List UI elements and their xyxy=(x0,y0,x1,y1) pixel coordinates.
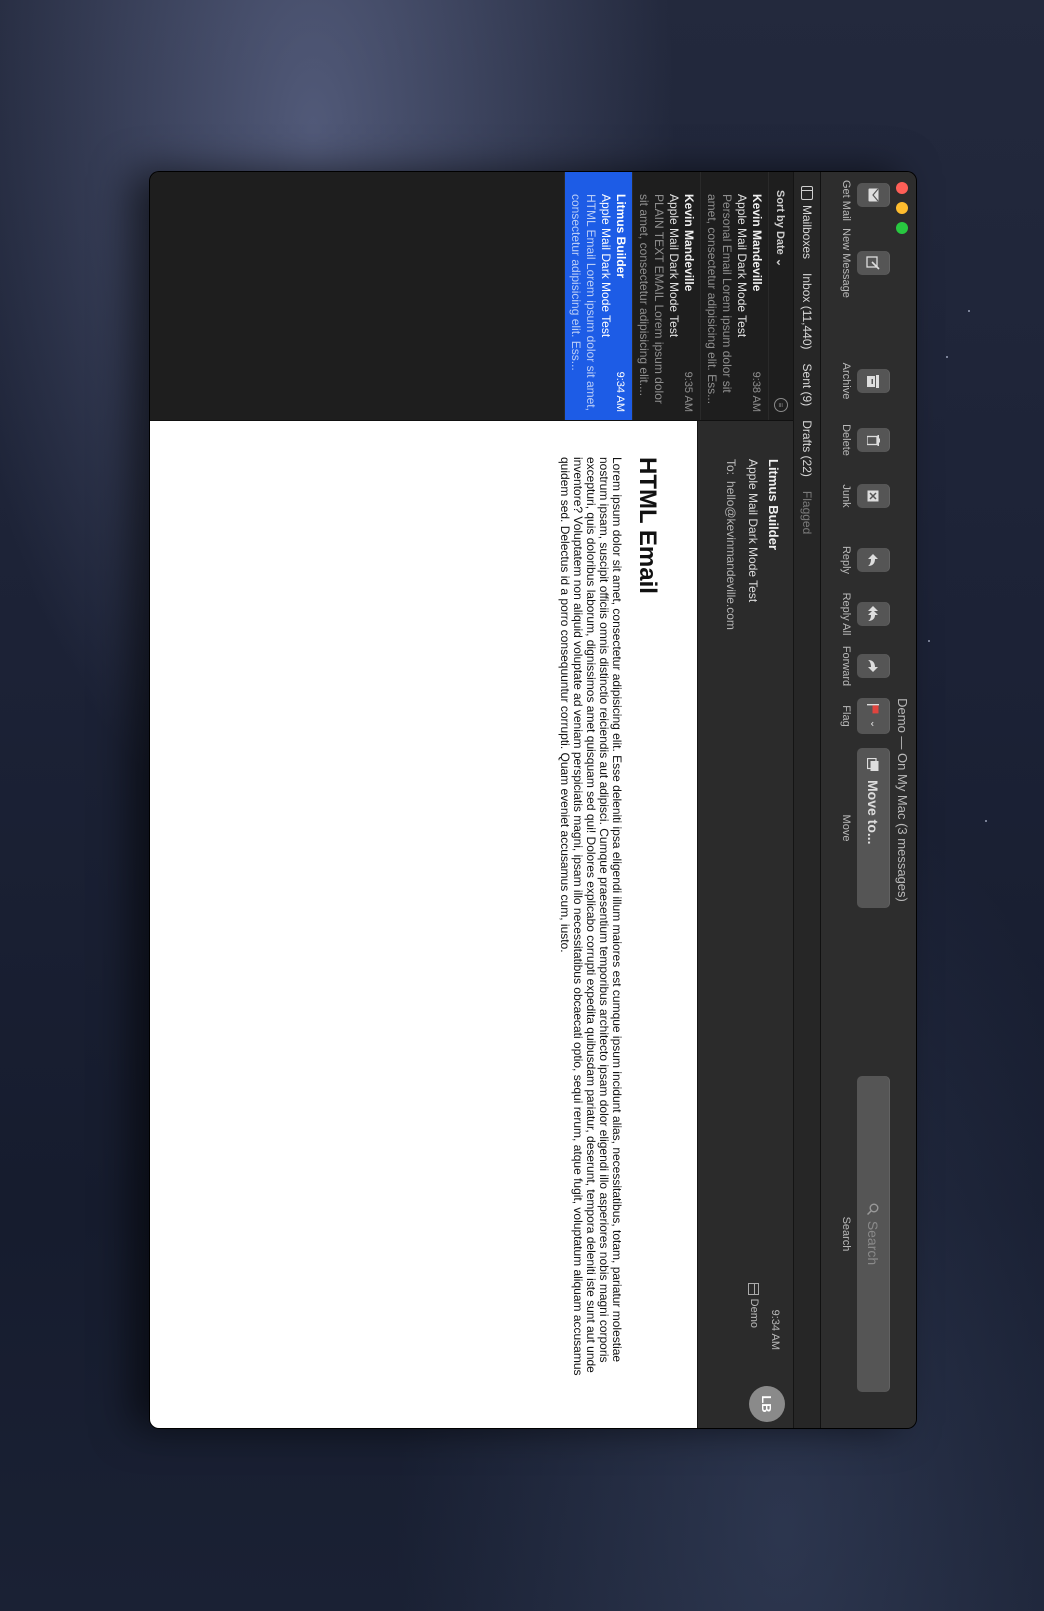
forward-button[interactable]: Forward xyxy=(840,644,890,688)
chevron-down-icon: ⌄ xyxy=(774,257,787,268)
message-subject: Apple Mail Dark Mode Test xyxy=(735,194,749,338)
message-sender: Kevin Mandeville xyxy=(750,194,764,292)
favorites-bar: Mailboxes Inbox (11,440) Sent (9) Drafts… xyxy=(793,172,820,1428)
move-to-button[interactable]: Move to... Move xyxy=(840,748,890,908)
message-row[interactable]: Kevin Mandeville 9:38 AM Apple Mail Dark… xyxy=(700,172,768,420)
search-input[interactable]: Search xyxy=(866,1221,882,1265)
reply-icon xyxy=(857,548,890,572)
message-row-selected[interactable]: Litmus Builder 9:34 AM Apple Mail Dark M… xyxy=(564,172,632,420)
message-time: 9:34 AM xyxy=(614,371,626,412)
email-paragraph: Lorem ipsum dolor sit amet, consectetur … xyxy=(558,457,624,1376)
move-icon xyxy=(867,758,879,771)
search-field[interactable]: Search Search xyxy=(840,1076,890,1392)
favorite-drafts[interactable]: Drafts (22) xyxy=(800,420,814,477)
filter-icon[interactable]: ≡ xyxy=(774,398,788,412)
forward-icon xyxy=(857,654,890,678)
trash-icon xyxy=(857,428,890,452)
message-header: Litmus Builder Apple Mail Dark Mode Test… xyxy=(697,421,793,1428)
header-mailbox: Demo xyxy=(748,1282,760,1328)
sort-control[interactable]: Sort by Date ⌄ ≡ xyxy=(768,172,793,420)
message-subject: Apple Mail Dark Mode Test xyxy=(599,194,613,338)
message-preview: PLAIN TEXT EMAIL Lorem ipsum dolor sit a… xyxy=(637,194,666,404)
chevron-down-icon: ⌄ xyxy=(868,719,879,729)
reading-pane: Litmus Builder Apple Mail Dark Mode Test… xyxy=(150,421,793,1428)
sidebar-icon xyxy=(801,186,813,200)
message-time: 9:38 AM xyxy=(750,371,762,412)
archive-button[interactable]: Archive xyxy=(840,359,890,403)
message-time: 9:35 AM xyxy=(682,371,694,412)
envelope-icon xyxy=(857,183,890,207)
message-preview: Personal Email Lorem ipsum dolor sit ame… xyxy=(705,194,734,405)
header-sender: Litmus Builder xyxy=(766,459,781,551)
message-sender: Litmus Builder xyxy=(614,194,628,279)
favorite-sent[interactable]: Sent (9) xyxy=(800,364,814,407)
mailbox-icon xyxy=(748,1282,760,1295)
header-time: 9:34 AM xyxy=(769,1309,781,1350)
window-title: Demo — On My Mac (3 messages) xyxy=(895,698,910,902)
message-subject: Apple Mail Dark Mode Test xyxy=(667,194,681,338)
delete-button[interactable]: Delete xyxy=(840,418,890,462)
flag-button[interactable]: ⌄ Flag xyxy=(840,694,890,738)
message-preview: HTML Email Lorem ipsum dolor sit amet, c… xyxy=(569,194,598,411)
favorite-inbox[interactable]: Inbox (11,440) xyxy=(800,273,814,350)
compose-icon xyxy=(857,251,890,275)
message-list: Sort by Date ⌄ ≡ Kevin Mandeville 9:38 A… xyxy=(150,172,793,421)
reply-button[interactable]: Reply xyxy=(840,538,890,582)
reply-all-icon xyxy=(857,602,890,626)
recipient-address[interactable]: hello@kevinmandeville.com xyxy=(724,481,738,630)
mailboxes-toggle[interactable]: Mailboxes xyxy=(800,186,814,259)
email-heading: HTML Email xyxy=(634,457,661,594)
toolbar: Demo — On My Mac (3 messages) Get Mail N… xyxy=(820,172,916,1428)
search-icon xyxy=(867,1203,879,1215)
junk-icon xyxy=(857,484,890,508)
get-mail-button[interactable]: Get Mail xyxy=(840,180,890,221)
avatar: LB xyxy=(749,1386,785,1422)
header-recipient: To:hello@kevinmandeville.com xyxy=(724,459,738,630)
mail-window: Demo — On My Mac (3 messages) Get Mail N… xyxy=(150,172,916,1428)
email-body: HTML Email Lorem ipsum dolor sit amet, c… xyxy=(558,421,661,1428)
message-row[interactable]: Kevin Mandeville 9:35 AM Apple Mail Dark… xyxy=(632,172,700,420)
new-message-button[interactable]: New Message xyxy=(840,224,890,302)
message-sender: Kevin Mandeville xyxy=(682,194,696,292)
junk-button[interactable]: Junk xyxy=(840,474,890,518)
favorite-flagged[interactable]: Flagged xyxy=(800,491,814,534)
flag-icon: ⌄ xyxy=(857,698,890,734)
archive-icon xyxy=(857,369,890,393)
reply-all-button[interactable]: Reply All xyxy=(840,592,890,636)
header-subject: Apple Mail Dark Mode Test xyxy=(746,459,760,603)
